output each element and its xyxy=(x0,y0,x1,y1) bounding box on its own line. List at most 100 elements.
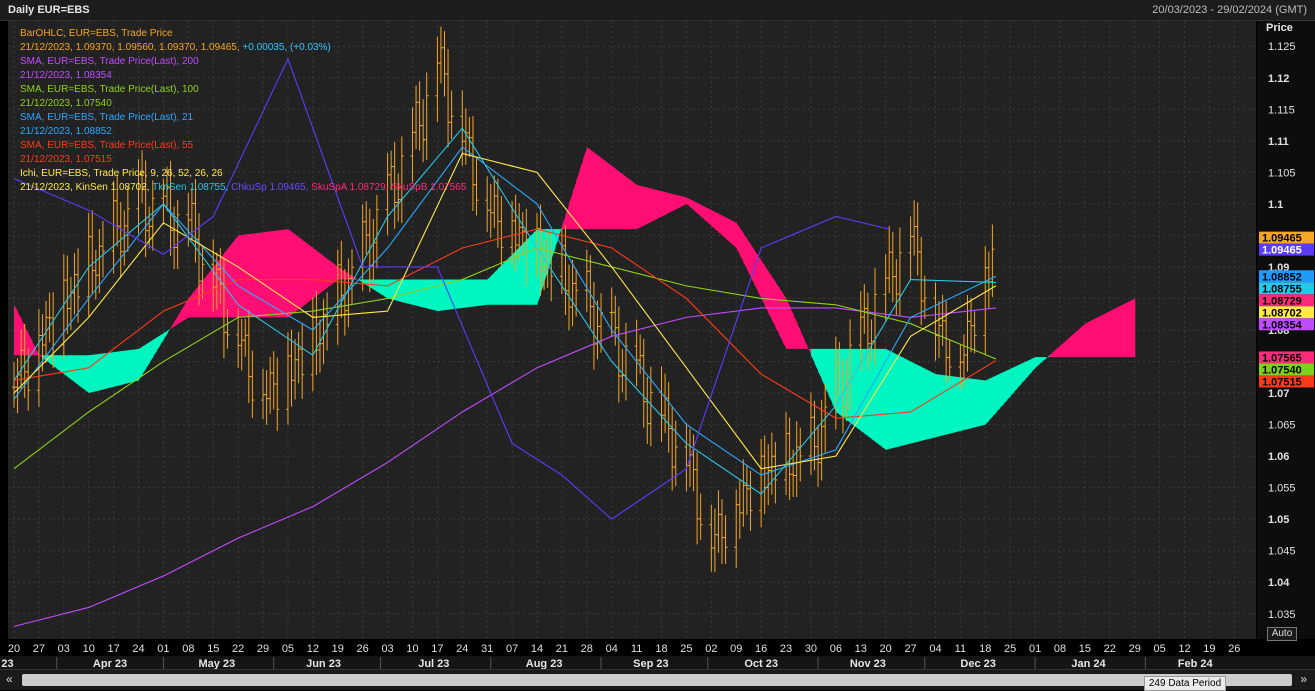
ichimoku-cloud-segment xyxy=(1092,318,1097,358)
x-tick-label: 04 xyxy=(606,643,618,655)
ichimoku-cloud-segment xyxy=(469,279,474,308)
ichimoku-cloud-segment xyxy=(1010,367,1015,397)
ichimoku-cloud-segment xyxy=(999,372,1004,409)
ichimoku-cloud-segment xyxy=(437,279,442,312)
ichimoku-cloud-segment xyxy=(867,348,873,440)
x-tick-label: 18 xyxy=(655,643,667,655)
auto-scale-button[interactable]: Auto xyxy=(1267,627,1297,641)
ichimoku-cloud-segment xyxy=(793,314,798,349)
month-label: Feb 24 xyxy=(1178,658,1214,669)
legend-line: SMA, EUR=EBS, Trade Price(Last), 100 xyxy=(20,84,199,95)
ichimoku-cloud-segment xyxy=(227,244,232,318)
x-tick-label: 29 xyxy=(257,643,269,655)
y-tick-label: 1.05 xyxy=(1268,514,1289,526)
ichimoku-cloud-segment xyxy=(487,275,492,305)
ichimoku-cloud-segment xyxy=(768,271,773,321)
ichimoku-cloud-segment xyxy=(1084,321,1090,358)
ichimoku-cloud-segment xyxy=(981,379,986,426)
ichimoku-cloud-segment xyxy=(465,279,470,308)
month-label: Dec 23 xyxy=(960,658,995,669)
ichimoku-cloud-segment xyxy=(149,339,154,363)
ichimoku-cloud-segment xyxy=(277,230,282,318)
y-tick-label: 1.035 xyxy=(1268,609,1296,621)
x-tick-label: 21 xyxy=(556,643,568,655)
ichimoku-cloud-segment xyxy=(295,234,300,312)
x-tick-label: 26 xyxy=(357,643,369,655)
ichimoku-cloud-segment xyxy=(579,158,584,230)
ichimoku-cloud-segment xyxy=(714,211,720,233)
ichimoku-cloud-segment xyxy=(682,196,688,206)
ichimoku-cloud-segment xyxy=(928,370,933,440)
ichimoku-cloud-segment xyxy=(625,176,631,230)
price-badge-label: 1.09465 xyxy=(1262,233,1302,245)
ichimoku-cloud-segment xyxy=(270,230,275,318)
x-tick-label: 27 xyxy=(33,643,45,655)
ichimoku-cloud-segment xyxy=(874,348,880,445)
ichimoku-cloud-segment xyxy=(754,249,759,292)
ichimoku-cloud-segment xyxy=(942,375,947,436)
ichimoku-cloud-segment xyxy=(601,157,606,230)
x-tick-label: 22 xyxy=(1104,643,1116,655)
x-tick-label: 13 xyxy=(855,643,867,655)
month-label: Jun 23 xyxy=(306,658,341,669)
y-tick-label: 1.04 xyxy=(1268,577,1290,589)
legend-line: BarOHLC, EUR=EBS, Trade Price xyxy=(20,28,173,39)
x-tick-label: 25 xyxy=(1004,643,1016,655)
ichimoku-cloud-segment xyxy=(739,228,744,263)
ichimoku-cloud-segment xyxy=(252,233,257,318)
ichimoku-cloud-segment xyxy=(729,219,734,245)
legend-change: +0.00035, (+0.03%) xyxy=(242,42,331,53)
legend-value: SkuSpA 1.08729, xyxy=(311,182,392,193)
ichimoku-cloud-segment xyxy=(985,378,990,425)
ichimoku-cloud-segment xyxy=(131,349,136,383)
ichimoku-cloud-segment xyxy=(245,234,250,318)
month-label: May 23 xyxy=(198,658,235,669)
ichimoku-cloud-segment xyxy=(1006,368,1011,401)
x-tick-label: 29 xyxy=(1129,643,1141,655)
ichimoku-cloud-segment xyxy=(433,279,438,312)
ichimoku-cloud-segment xyxy=(686,197,691,208)
ichimoku-cloud-segment xyxy=(935,374,940,438)
ichimoku-cloud-segment xyxy=(1116,305,1122,358)
ichimoku-cloud-segment xyxy=(1045,355,1050,359)
ichimoku-cloud-segment xyxy=(1070,333,1075,358)
ichimoku-cloud-segment xyxy=(1017,363,1022,389)
scrollbar[interactable]: 249 Data Period xyxy=(22,674,1292,691)
ichimoku-cloud-segment xyxy=(319,253,325,294)
ichimoku-cloud-segment xyxy=(163,330,168,340)
x-tick-label: 20 xyxy=(880,643,892,655)
ichimoku-cloud-segment xyxy=(376,279,382,294)
ichimoku-cloud-segment xyxy=(255,232,261,318)
legend-value: 21/12/2023, KinSen 1.08702, xyxy=(20,182,153,193)
ichimoku-cloud-segment xyxy=(1131,298,1136,358)
ichimoku-cloud-segment xyxy=(170,321,175,329)
ichimoku-cloud-segment xyxy=(259,232,264,318)
ichimoku-cloud-segment xyxy=(1074,330,1079,358)
ichimoku-cloud-segment xyxy=(63,355,68,377)
ichimoku-cloud-segment xyxy=(78,355,83,388)
ichimoku-cloud-segment xyxy=(1099,314,1104,358)
ichimoku-cloud-segment xyxy=(924,368,929,440)
y-tick-label: 1.055 xyxy=(1268,483,1296,495)
x-tick-label: 07 xyxy=(506,643,518,655)
ichimoku-cloud-segment xyxy=(273,230,278,318)
scroll-left-icon[interactable]: « xyxy=(6,672,13,686)
scroll-right-icon[interactable]: » xyxy=(1300,672,1307,686)
ichimoku-cloud-segment xyxy=(102,352,108,390)
x-tick-label: 15 xyxy=(207,643,219,655)
ichimoku-cloud-segment xyxy=(1013,365,1018,393)
ichimoku-cloud-segment xyxy=(309,245,314,302)
ichimoku-cloud-segment xyxy=(704,206,709,223)
ichimoku-cloud-segment xyxy=(287,229,293,318)
month-label: Nov 23 xyxy=(850,658,886,669)
ichimoku-cloud-segment xyxy=(206,271,211,318)
month-label: Mar 23 xyxy=(0,658,14,669)
x-tick-label: 02 xyxy=(705,643,717,655)
legend-line: 21/12/2023, KinSen 1.08702, TknSen 1.087… xyxy=(20,181,466,195)
ichimoku-cloud-segment xyxy=(526,236,531,305)
ichimoku-cloud-segment xyxy=(405,279,410,304)
ichimoku-cloud-segment xyxy=(70,355,76,383)
ichimoku-cloud-segment xyxy=(711,210,716,230)
ichimoku-cloud-segment xyxy=(789,306,794,349)
ichimoku-cloud-segment xyxy=(764,266,769,313)
